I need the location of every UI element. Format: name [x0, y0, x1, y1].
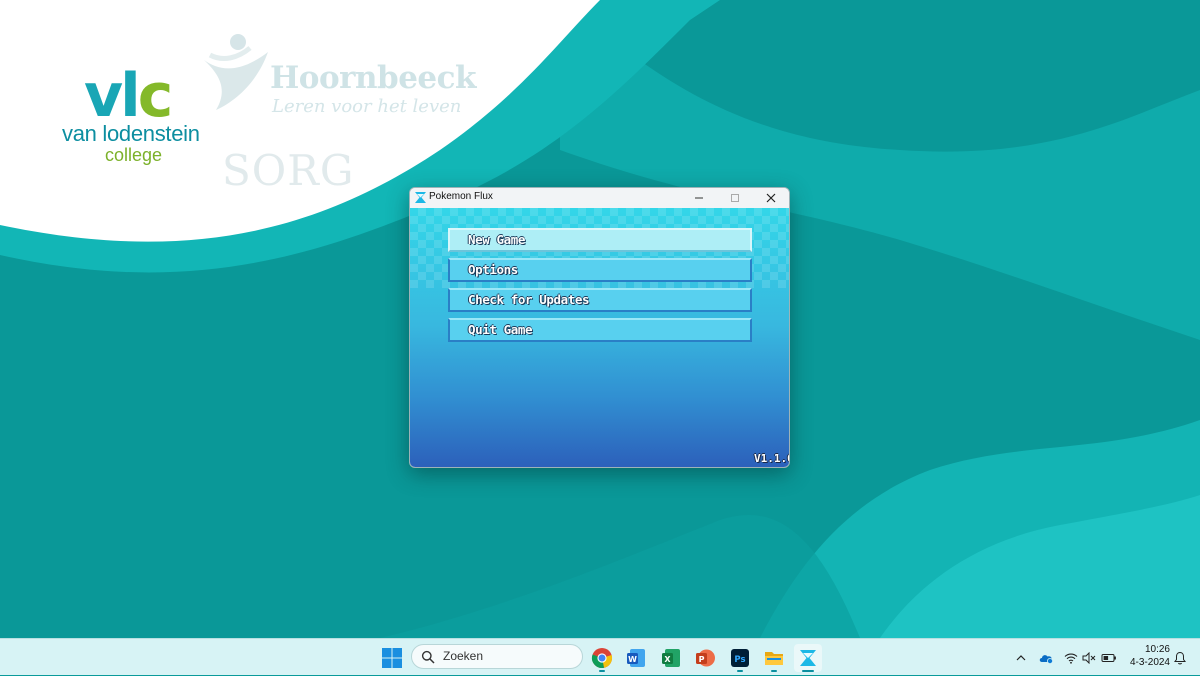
hoornbeeck-logo: Hoornbeeck Leren voor het leven	[198, 30, 488, 120]
svg-text:W: W	[628, 655, 637, 664]
taskbar-app-chrome[interactable]	[588, 644, 616, 672]
menu-item-new-game[interactable]: New Game	[448, 228, 752, 252]
wifi-icon	[1064, 652, 1078, 664]
powerpoint-icon: P	[696, 649, 715, 667]
chevron-up-icon	[1016, 654, 1026, 660]
taskbar-app-powerpoint[interactable]: P	[691, 644, 719, 672]
pokemon-flux-window[interactable]: Pokemon Flux New Game Options Check for …	[409, 187, 790, 468]
pokemon-flux-app-icon	[415, 192, 426, 203]
taskbar-app-file-explorer[interactable]	[760, 644, 788, 672]
tray-battery[interactable]	[1099, 639, 1119, 676]
taskbar: Zoeken W X P Ps 10:26 4-3-2024	[0, 638, 1200, 675]
notification-icon	[1174, 651, 1186, 664]
menu-item-check-for-updates[interactable]: Check for Updates	[448, 288, 752, 312]
sorg-logo: SORG	[222, 146, 355, 195]
window-title: Pokemon Flux	[429, 191, 493, 202]
running-indicator	[599, 670, 605, 672]
menu-item-quit-game[interactable]: Quit Game	[448, 318, 752, 342]
tray-wifi[interactable]	[1062, 639, 1080, 676]
svg-text:X: X	[664, 655, 671, 664]
svg-text:P: P	[699, 655, 705, 664]
pokemon-flux-icon	[800, 650, 816, 666]
taskbar-app-photoshop[interactable]: Ps	[726, 644, 754, 672]
taskbar-search[interactable]: Zoeken	[411, 644, 583, 669]
hoornbeeck-mark-icon	[204, 34, 268, 110]
onedrive-icon	[1039, 654, 1053, 664]
close-icon	[766, 193, 776, 203]
tray-notifications[interactable]	[1172, 639, 1188, 676]
maximize-icon	[731, 194, 739, 202]
tray-onedrive[interactable]	[1036, 639, 1056, 676]
clock-time: 10:26	[1144, 644, 1170, 655]
volume-muted-icon	[1082, 651, 1096, 664]
file-explorer-icon	[765, 652, 783, 665]
windows-start-icon	[382, 648, 402, 668]
window-titlebar[interactable]: Pokemon Flux	[410, 188, 789, 208]
photoshop-icon: Ps	[731, 649, 749, 667]
chrome-icon	[591, 648, 613, 669]
taskbar-app-excel[interactable]: X	[657, 644, 685, 672]
search-icon	[421, 650, 435, 664]
desktop[interactable]: vlc van lodenstein college Hoornbeeck Le…	[0, 0, 1200, 638]
menu-item-options[interactable]: Options	[448, 258, 752, 282]
version-label: V1.1.0	[754, 452, 790, 465]
hoornbeeck-title: Hoornbeeck	[270, 60, 477, 96]
excel-icon: X	[662, 649, 680, 667]
vlc-logo-sub: college	[105, 145, 163, 165]
tray-overflow-button[interactable]	[1012, 639, 1030, 676]
maximize-button[interactable]	[717, 188, 753, 208]
vlc-logo: vlc van lodenstein college	[62, 66, 212, 165]
taskbar-clock[interactable]: 10:26 4-3-2024	[1124, 643, 1170, 669]
minimize-button[interactable]	[681, 188, 717, 208]
svg-text:Ps: Ps	[734, 655, 745, 665]
clock-date: 4-3-2024	[1129, 657, 1170, 668]
start-button[interactable]	[381, 647, 403, 669]
search-placeholder: Zoeken	[443, 649, 484, 663]
word-icon: W	[627, 649, 645, 667]
close-button[interactable]	[753, 188, 789, 208]
minimize-icon	[695, 197, 703, 199]
running-indicator	[771, 670, 777, 672]
running-indicator	[737, 670, 743, 672]
taskbar-app-word[interactable]: W	[622, 644, 650, 672]
active-indicator	[802, 670, 814, 672]
vlc-logo-mark: vlc	[84, 66, 212, 126]
hoornbeeck-subtitle: Leren voor het leven	[272, 96, 462, 117]
vlc-logo-name: van lodenstein	[62, 121, 200, 146]
taskbar-app-pokemon-flux[interactable]	[794, 644, 822, 672]
tray-volume[interactable]	[1080, 639, 1098, 676]
game-screen[interactable]: New Game Options Check for Updates Quit …	[410, 208, 790, 467]
battery-icon	[1101, 653, 1116, 662]
